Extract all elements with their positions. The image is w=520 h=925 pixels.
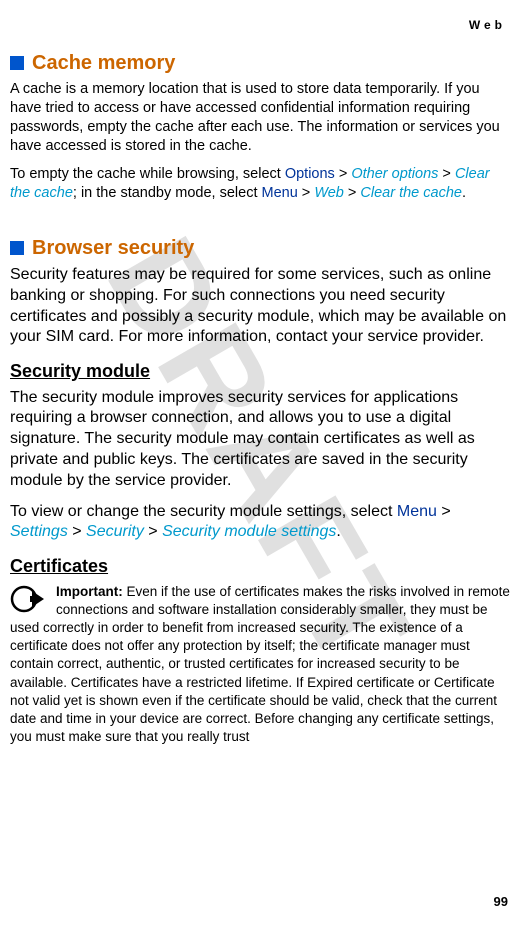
heading-browser-title: Browser security (32, 237, 194, 259)
bullet-square-icon (10, 56, 24, 70)
text-fragment: ; in the standby mode, select (73, 185, 262, 201)
text-fragment: To empty the cache while browsing, selec… (10, 166, 285, 182)
heading-browser-security: Browser security (10, 235, 510, 261)
menu-menu: Menu (262, 185, 298, 201)
menu-other-options: Other options (351, 166, 438, 182)
page-content: Cache memory A cache is a memory locatio… (10, 50, 510, 747)
text-fragment: > (335, 166, 352, 182)
text-fragment: > (438, 166, 455, 182)
text-fragment: To view or change the security module se… (10, 503, 397, 520)
menu-web: Web (314, 185, 344, 201)
certificates-important-block: Important: Even if the use of certificat… (10, 583, 510, 747)
secmodule-paragraph-2: To view or change the security module se… (10, 502, 510, 544)
important-text: Even if the use of certificates makes th… (10, 584, 510, 745)
text-fragment: > (68, 523, 86, 540)
cache-paragraph-1: A cache is a memory location that is use… (10, 80, 510, 155)
page-number: 99 (494, 894, 508, 911)
browser-paragraph-1: Security features may be required for so… (10, 265, 510, 348)
menu-options: Options (285, 166, 335, 182)
menu-security: Security (86, 523, 144, 540)
text-fragment: > (437, 503, 451, 520)
menu-settings: Settings (10, 523, 68, 540)
text-fragment: . (336, 523, 340, 540)
secmodule-paragraph-1: The security module improves security se… (10, 388, 510, 492)
text-fragment: > (298, 185, 315, 201)
subheading-certificates: Certificates (10, 555, 510, 578)
text-fragment: . (462, 185, 466, 201)
important-icon (10, 585, 46, 618)
important-label: Important: (56, 584, 123, 599)
heading-cache-title: Cache memory (32, 52, 175, 74)
header-topic: Web (469, 18, 506, 34)
text-fragment: > (344, 185, 361, 201)
text-fragment: > (144, 523, 162, 540)
subheading-security-module: Security module (10, 360, 510, 383)
menu-clear-cache-2: Clear the cache (360, 185, 462, 201)
heading-cache-memory: Cache memory (10, 50, 510, 76)
bullet-square-icon (10, 241, 24, 255)
cache-paragraph-2: To empty the cache while browsing, selec… (10, 165, 510, 203)
menu-menu-2: Menu (397, 503, 437, 520)
menu-security-module-settings: Security module settings (162, 523, 336, 540)
